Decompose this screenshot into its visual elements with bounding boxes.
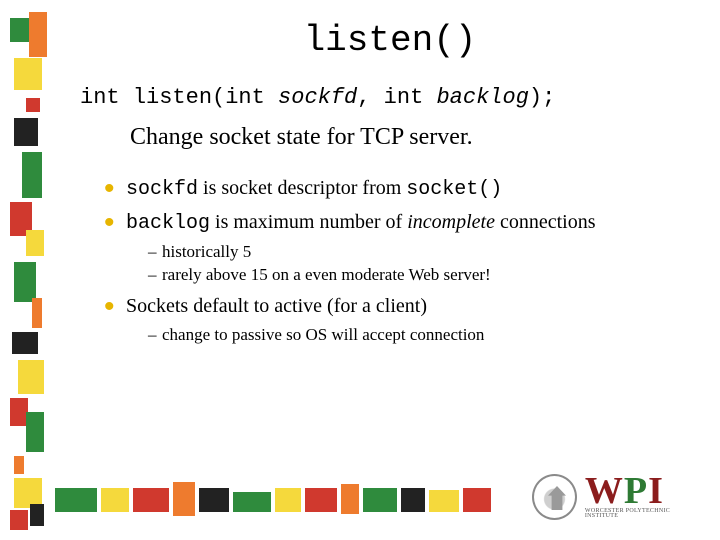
function-signature: int listen(int sockfd, int backlog); [80, 85, 700, 110]
sub-list-item: rarely above 15 on a even moderate Web s… [148, 264, 700, 287]
decorative-sidebar [0, 0, 50, 540]
slide-title: listen() [80, 20, 700, 61]
list-item: Sockets default to active (for a client)… [104, 293, 700, 347]
slide-content: listen() int listen(int sockfd, int back… [80, 10, 700, 460]
list-item: sockfd is socket descriptor from socket(… [104, 175, 700, 203]
sub-list-item: change to passive so OS will accept conn… [148, 324, 700, 347]
sub-list: historically 5 rarely above 15 on a even… [126, 241, 700, 287]
slide-subtitle: Change socket state for TCP server. [130, 124, 700, 151]
sub-list-item: historically 5 [148, 241, 700, 264]
list-item: backlog is maximum number of incomplete … [104, 209, 700, 287]
wpi-seal-icon [532, 474, 577, 520]
bullet-list: sockfd is socket descriptor from socket(… [80, 175, 700, 347]
sub-list: change to passive so OS will accept conn… [126, 324, 700, 347]
wpi-logo: WPI WORCESTER POLYTECHNIC INSTITUTE [532, 468, 702, 526]
